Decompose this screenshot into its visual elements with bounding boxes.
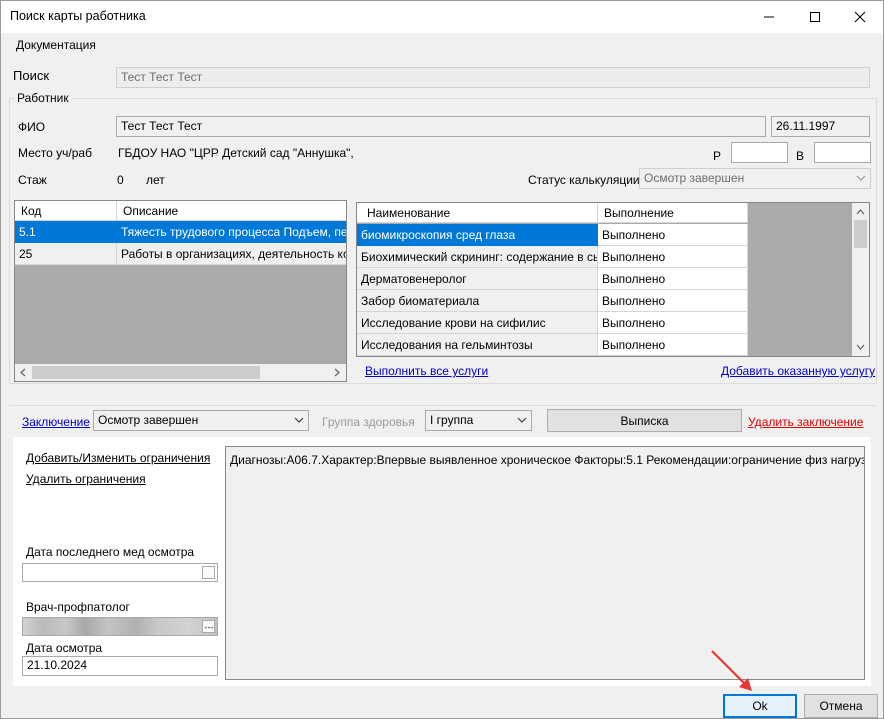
services-row-1-name[interactable]: биомикроскопия сред глаза	[357, 224, 598, 246]
delete-conclusion-link[interactable]: Удалить заключение	[748, 415, 863, 429]
menu-bar: Документация	[1, 33, 883, 59]
close-icon	[854, 11, 866, 23]
window-title: Поиск карты работника	[10, 9, 146, 23]
birth-date-field[interactable]: 26.11.1997	[771, 116, 870, 137]
add-service-link[interactable]: Добавить оказанную услугу	[721, 364, 875, 378]
delete-restrictions-link[interactable]: Удалить ограничения	[26, 472, 146, 486]
factors-col-desc[interactable]: Описание	[117, 201, 346, 221]
r-label: Р	[713, 149, 722, 163]
experience-value: 0	[117, 173, 124, 187]
chevron-right-icon	[334, 368, 340, 377]
diagnosis-textarea[interactable]: Диагнозы:А06.7.Характер:Впервые выявленн…	[225, 446, 865, 680]
conclusion-select[interactable]: Осмотр завершен	[93, 410, 309, 431]
chevron-down-icon	[294, 417, 304, 423]
maximize-button[interactable]	[792, 1, 838, 33]
services-vscroll-thumb[interactable]	[854, 220, 867, 248]
services-col-status[interactable]: Выполнение	[598, 203, 748, 223]
services-row-6-status[interactable]: Выполнено	[598, 334, 748, 356]
health-group-label: Группа здоровья	[322, 415, 415, 429]
close-button[interactable]	[837, 1, 883, 33]
calc-status-label: Статус калькуляции	[528, 173, 640, 187]
experience-unit: лет	[146, 173, 165, 187]
edit-restrictions-link[interactable]: Добавить/Изменить ограничения	[26, 451, 210, 465]
title-bar: Поиск карты работника	[1, 1, 883, 33]
search-label: Поиск	[13, 68, 50, 83]
services-row-5-name[interactable]: Исследование крови на сифилис	[357, 312, 598, 334]
workplace-value: ГБДОУ НАО "ЦРР Детский сад "Аннушка",	[118, 146, 354, 160]
lookup-icon[interactable]	[202, 620, 215, 633]
factors-hscroll-thumb[interactable]	[32, 366, 260, 379]
chevron-down-icon	[856, 175, 866, 181]
doctor-label: Врач-профпатолог	[26, 600, 130, 614]
exam-date-field[interactable]: 21.10.2024	[22, 656, 218, 676]
health-group-value: I группа	[430, 413, 474, 427]
ok-button[interactable]: Ok	[723, 694, 797, 718]
last-exam-label: Дата последнего мед осмотра	[26, 545, 195, 559]
services-vscroll[interactable]	[852, 203, 869, 356]
calc-status-value: Осмотр завершен	[644, 171, 745, 185]
maximize-icon	[810, 12, 820, 22]
exam-date-label: Дата осмотра	[26, 641, 103, 655]
services-col-name[interactable]: Наименование	[357, 203, 598, 223]
services-row-6-name[interactable]: Исследования на гельминтозы	[357, 334, 598, 356]
services-row-3-name[interactable]: Дерматовенеролог	[357, 268, 598, 290]
conclusion-value: Осмотр завершен	[98, 413, 199, 427]
chevron-left-icon	[20, 368, 26, 377]
dialog-window: Поиск карты работника Документация Поиск…	[0, 0, 884, 719]
doctor-select-field[interactable]	[22, 617, 218, 636]
v-label: В	[796, 149, 805, 163]
extract-button[interactable]: Выписка	[547, 409, 742, 432]
worker-group-title: Работник	[14, 91, 72, 105]
services-row-4-status[interactable]: Выполнено	[598, 290, 748, 312]
v-input[interactable]	[814, 142, 871, 163]
services-row-1-status[interactable]: Выполнено	[598, 224, 748, 246]
services-row-2-name[interactable]: Биохимический скрининг: содержание в сы.…	[357, 246, 598, 268]
chevron-down-icon	[517, 417, 527, 423]
workplace-label: Место уч/раб	[18, 146, 92, 160]
factors-table: Код Описание 5.1 Тяжесть трудового проце…	[14, 200, 347, 382]
minimize-button[interactable]	[746, 1, 792, 33]
experience-label: Стаж	[18, 173, 47, 187]
menu-documentation[interactable]: Документация	[16, 38, 96, 52]
services-row-2-status[interactable]: Выполнено	[598, 246, 748, 268]
fio-field[interactable]: Тест Тест Тест	[116, 116, 766, 137]
factors-row-1-desc[interactable]: Тяжесть трудового процесса Подъем, перем…	[117, 221, 346, 243]
minimize-icon	[764, 16, 774, 18]
calc-status-select[interactable]: Осмотр завершен	[639, 168, 871, 189]
services-table: Наименование Выполнение биомикроскопия с…	[356, 202, 870, 357]
health-group-select[interactable]: I группа	[425, 410, 532, 431]
chevron-up-icon	[856, 209, 865, 215]
factors-row-1-code[interactable]: 5.1	[15, 221, 117, 243]
last-exam-date-field[interactable]	[22, 563, 218, 582]
factors-col-code[interactable]: Код	[15, 201, 117, 221]
chevron-down-icon	[856, 344, 865, 350]
r-input[interactable]	[731, 142, 788, 163]
services-row-3-status[interactable]: Выполнено	[598, 268, 748, 290]
search-input[interactable]: Тест Тест Тест	[116, 67, 870, 88]
cancel-button[interactable]: Отмена	[804, 694, 878, 718]
factors-row-2-code[interactable]: 25	[15, 243, 117, 265]
calendar-icon[interactable]	[202, 566, 215, 579]
factors-hscroll[interactable]	[15, 364, 346, 381]
complete-all-services-link[interactable]: Выполнить все услуги	[365, 364, 488, 378]
fio-label: ФИО	[18, 120, 46, 134]
services-row-5-status[interactable]: Выполнено	[598, 312, 748, 334]
annotation-arrow-icon	[711, 650, 752, 691]
conclusion-link[interactable]: Заключение	[22, 415, 90, 429]
factors-row-2-desc[interactable]: Работы в организациях, деятельность кото…	[117, 243, 346, 265]
services-row-4-name[interactable]: Забор биоматериала	[357, 290, 598, 312]
